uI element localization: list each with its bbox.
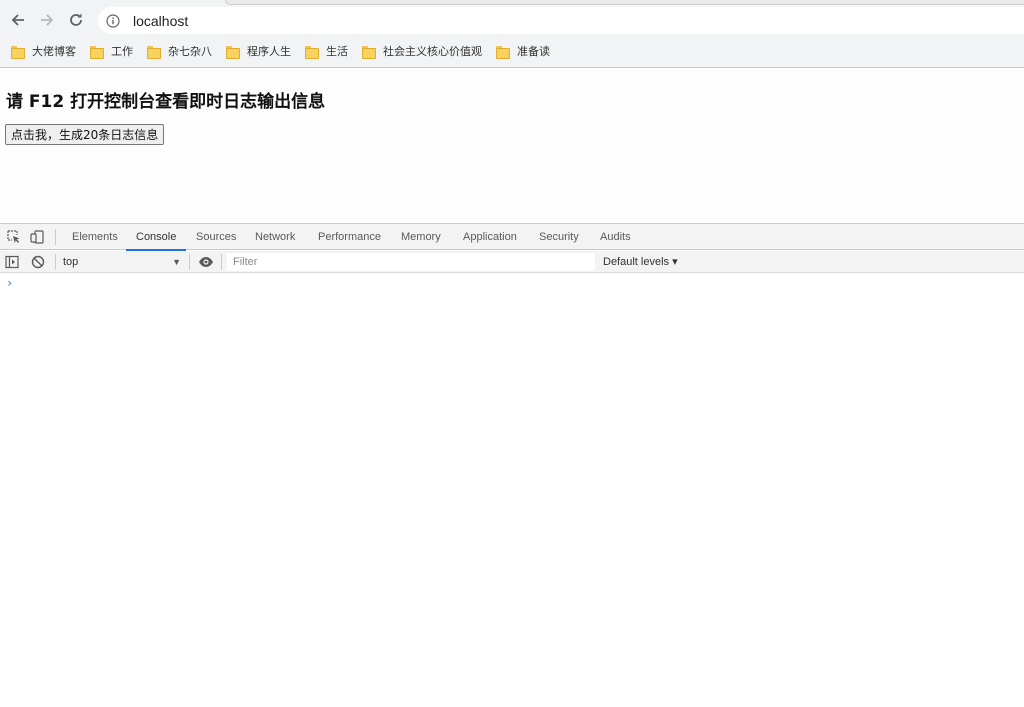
arrow-right-icon (41, 14, 54, 26)
tab-console[interactable]: Console (125, 224, 187, 251)
dropdown-caret-icon: ▼ (172, 257, 181, 267)
tab-network[interactable]: Network (255, 224, 295, 250)
device-mode-icon (30, 230, 44, 244)
folder-icon (90, 45, 104, 59)
arrow-left-icon (11, 14, 24, 26)
reload-icon (70, 13, 82, 26)
back-button[interactable] (5, 7, 31, 33)
tab-elements[interactable]: Elements (72, 224, 118, 250)
bookmark-folder[interactable]: 生活 (305, 40, 348, 62)
toolbar-divider (189, 254, 190, 270)
bookmark-folder[interactable]: 大佬博客 (11, 40, 76, 62)
reload-button[interactable] (63, 7, 89, 33)
page-heading: 请 F12 打开控制台查看即时日志输出信息 (6, 92, 326, 112)
inspect-element-button[interactable] (6, 229, 22, 245)
bookmark-label: 大佬博客 (32, 45, 76, 58)
toolbar-divider (221, 254, 222, 270)
context-selector[interactable]: top ▼ (63, 251, 185, 273)
bookmark-folder[interactable]: 程序人生 (226, 40, 291, 62)
tab-memory[interactable]: Memory (401, 224, 441, 250)
bookmark-folder[interactable]: 准备读 (496, 40, 550, 62)
browser-chrome: localhost 大佬博客 工作 杂七杂八 程序人生 生活 社会主义核心价值观… (0, 0, 1024, 68)
info-icon[interactable] (106, 13, 120, 28)
device-toolbar-button[interactable] (29, 229, 45, 245)
tab-security[interactable]: Security (539, 224, 579, 250)
forward-button[interactable] (34, 7, 60, 33)
bookmark-label: 工作 (111, 45, 133, 58)
folder-icon (305, 45, 319, 59)
bookmark-label: 生活 (326, 45, 348, 58)
tab-sources[interactable]: Sources (196, 224, 236, 250)
console-prompt-icon[interactable]: › (6, 276, 13, 290)
devtools-panel: Elements Console Sources Network Perform… (0, 223, 1024, 707)
sidebar-toggle-icon[interactable] (5, 255, 19, 269)
bookmarks-bar: 大佬博客 工作 杂七杂八 程序人生 生活 社会主义核心价值观 准备读 (0, 38, 1024, 64)
cursor-select-icon (7, 230, 20, 244)
console-output[interactable]: › (0, 274, 1024, 707)
context-value: top (63, 256, 79, 268)
folder-icon (362, 45, 376, 59)
folder-icon (496, 45, 510, 59)
filter-input[interactable]: Filter (227, 253, 595, 271)
console-toolbar: top ▼ Filter Default levels ▾ (0, 251, 1024, 273)
bookmark-label: 准备读 (517, 45, 550, 58)
page-content: 请 F12 打开控制台查看即时日志输出信息 点击我，生成20条日志信息 (0, 69, 1024, 223)
navigation-bar: localhost (0, 5, 1024, 35)
generate-logs-button[interactable]: 点击我，生成20条日志信息 (5, 124, 165, 145)
tab-audits[interactable]: Audits (600, 224, 631, 250)
tab-performance[interactable]: Performance (318, 224, 381, 250)
bookmark-label: 社会主义核心价值观 (383, 45, 482, 58)
bookmark-label: 杂七杂八 (168, 45, 212, 58)
log-levels-dropdown[interactable]: Default levels ▾ (603, 251, 678, 273)
bookmark-folder[interactable]: 杂七杂八 (147, 40, 212, 62)
toolbar-divider (55, 229, 56, 245)
bookmark-label: 程序人生 (247, 45, 291, 58)
toolbar-divider (55, 254, 56, 270)
url-text[interactable]: localhost (133, 13, 188, 29)
address-bar[interactable]: localhost (98, 7, 1024, 34)
devtools-tab-bar: Elements Console Sources Network Perform… (0, 224, 1024, 251)
clear-console-icon[interactable] (31, 255, 45, 269)
folder-icon (11, 45, 25, 59)
bookmark-folder[interactable]: 工作 (90, 40, 133, 62)
folder-icon (226, 45, 240, 59)
eye-icon[interactable] (198, 255, 214, 269)
bookmark-folder[interactable]: 社会主义核心价值观 (362, 40, 482, 62)
tab-application[interactable]: Application (463, 224, 517, 250)
folder-icon (147, 45, 161, 59)
